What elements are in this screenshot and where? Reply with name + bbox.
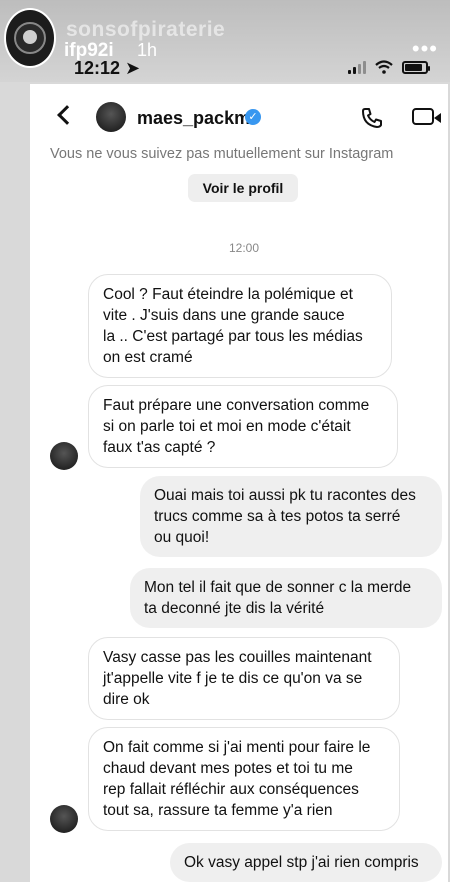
message-bubble[interactable]: Mon tel il fait que de sonner c la merde… <box>130 568 442 628</box>
mutual-follow-notice: Vous ne vous suivez pas mutuellement sur… <box>50 146 394 162</box>
phone-icon[interactable] <box>360 106 384 130</box>
signal-icon <box>348 60 366 74</box>
story-brand-watermark: sonsofpiraterie <box>66 18 226 41</box>
back-arrow-icon[interactable] <box>57 105 77 125</box>
video-call-icon[interactable] <box>412 108 441 125</box>
verified-badge-icon: ✓ <box>245 109 261 125</box>
message-timestamp: 12:00 <box>229 241 260 255</box>
wifi-icon <box>375 60 393 74</box>
chat-top-bar: maes_packm ✓ <box>30 84 448 148</box>
view-profile-button[interactable]: Voir le profil <box>188 174 298 202</box>
status-bar-time: 12:12 ➤ <box>74 58 141 78</box>
message-bubble[interactable]: On fait comme si j'ai menti pour faire l… <box>88 727 400 831</box>
status-icons <box>348 60 430 74</box>
skull-icon <box>23 30 37 44</box>
story-header: sonsofpiraterie ifp92i 1h ••• 12:12 ➤ <box>0 0 450 82</box>
message-bubble[interactable]: Ouai mais toi aussi pk tu racontes des t… <box>140 476 442 557</box>
battery-icon <box>402 60 430 74</box>
contact-name[interactable]: maes_packm <box>137 108 250 129</box>
story-avatar[interactable] <box>4 8 56 68</box>
message-bubble[interactable]: Faut prépare une conversation comme si o… <box>88 385 398 468</box>
avatar[interactable] <box>96 102 126 132</box>
sender-avatar[interactable] <box>50 805 78 833</box>
sender-avatar[interactable] <box>50 442 78 470</box>
message-bubble[interactable]: Cool ? Faut éteindre la polémique et vit… <box>88 274 392 378</box>
message-bubble[interactable]: Ok vasy appel stp j'ai rien compris <box>170 843 442 882</box>
more-options-icon[interactable]: ••• <box>412 36 438 62</box>
message-bubble[interactable]: Vasy casse pas les couilles maintenant j… <box>88 637 400 720</box>
chat-window: maes_packm ✓ Vous ne vous suivez pas mut… <box>30 84 448 882</box>
